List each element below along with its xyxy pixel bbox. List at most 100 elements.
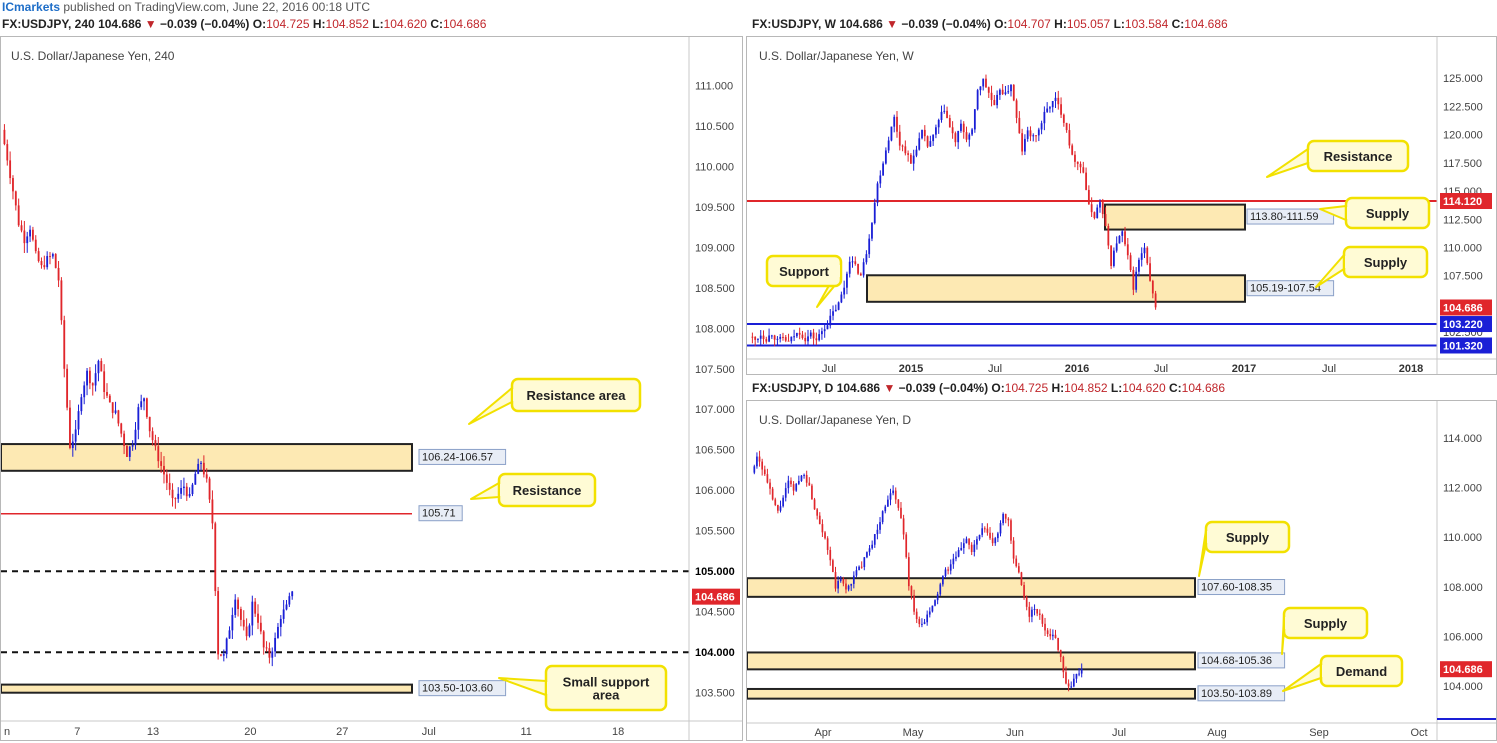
weekly-candle <box>862 262 865 276</box>
h4-candle <box>86 370 88 386</box>
weekly-candle <box>929 141 932 147</box>
weekly-candle <box>1104 214 1107 227</box>
h4-candle <box>66 368 69 408</box>
h4-chart-panel[interactable]: 111.000 110.500 110.000 109.500 109.000 108.5… <box>0 36 743 741</box>
daily-candle <box>795 483 798 491</box>
h4-x-tick: 27 <box>336 726 348 738</box>
weekly-candle <box>1054 97 1057 101</box>
daily-price-badge-text: 104.686 <box>1443 664 1483 676</box>
h4-candle <box>225 638 228 655</box>
weekly-candle <box>776 338 779 340</box>
h4-x-tick: 7 <box>74 726 80 738</box>
h4-zone-0 <box>1 443 413 472</box>
h4-candle <box>51 254 54 257</box>
weekly-candle <box>971 129 973 135</box>
h4-chart-svg[interactable]: 111.000 110.500 110.000 109.500 109.000 108.5… <box>1 37 742 740</box>
h4-last: 104.686 <box>98 17 142 31</box>
weekly-candle <box>1021 133 1024 152</box>
h4-candle <box>277 626 279 638</box>
daily-candle <box>829 549 832 561</box>
h4-candle <box>106 392 108 396</box>
weekly-candle <box>1090 204 1093 213</box>
daily-candle <box>811 485 813 500</box>
daily-candle <box>889 493 892 500</box>
weekly-candle <box>1043 111 1046 124</box>
daily-candle <box>879 522 881 530</box>
weekly-zone-1 <box>866 274 1246 303</box>
weekly-high: 105.057 <box>1066 17 1111 31</box>
weekly-chart-panel[interactable]: 125.000 122.500 120.000 117.500 115.000 112.5… <box>746 36 1497 375</box>
h4-candle <box>165 474 168 483</box>
daily-candle <box>1041 614 1044 624</box>
daily-candle <box>973 544 976 553</box>
daily-chart-svg[interactable]: 114.000 112.000 110.000 108.000 106.000 104.0… <box>747 401 1496 740</box>
h4-candle <box>217 591 220 655</box>
h4-candle <box>97 360 100 374</box>
daily-candle <box>826 538 829 550</box>
daily-zone-0 <box>747 577 1196 598</box>
h4-candle <box>103 371 106 393</box>
h4-candle <box>9 160 12 179</box>
weekly-candle <box>1121 231 1124 236</box>
daily-candle <box>808 482 811 486</box>
brand-link[interactable]: ICmarkets <box>2 0 60 14</box>
weekly-candle <box>918 138 921 150</box>
h4-callout-resistance-area-text: Resistance area <box>526 388 626 403</box>
weekly-chart-svg[interactable]: 125.000122.500120.000117.500115.000112.5… <box>747 37 1496 374</box>
daily-candle <box>931 605 934 612</box>
h4-y-tick: 109.500 <box>695 202 735 214</box>
weekly-candle <box>754 336 757 340</box>
h4-candle <box>288 596 291 605</box>
weekly-candle <box>960 123 962 131</box>
daily-candle <box>845 583 847 590</box>
daily-candle <box>918 619 921 625</box>
weekly-candle <box>843 287 846 295</box>
h4-price-badge-text: 104.686 <box>695 592 735 604</box>
weekly-candle <box>954 133 957 143</box>
weekly-candle <box>998 89 1001 95</box>
daily-candle <box>803 474 805 476</box>
weekly-candle <box>1138 259 1140 272</box>
h4-candle <box>231 614 234 631</box>
h4-candle <box>239 609 242 620</box>
weekly-candle <box>976 90 979 110</box>
weekly-candle <box>912 155 915 164</box>
weekly-x-tick: Jul <box>1154 363 1168 374</box>
h4-callout-resistance-pointer <box>470 482 500 500</box>
daily-x-tick: Aug <box>1207 727 1227 739</box>
h4-y-tick: 106.500 <box>695 445 735 457</box>
weekly-candle <box>765 339 768 342</box>
h4-candle <box>91 383 94 386</box>
daily-candle <box>894 490 897 500</box>
daily-candle <box>944 569 947 576</box>
daily-candle <box>926 614 929 623</box>
daily-candle <box>774 499 777 505</box>
daily-candle <box>761 461 764 470</box>
daily-chart-panel[interactable]: 114.000 112.000 110.000 108.000 106.000 104.0… <box>746 400 1497 741</box>
daily-candle <box>1070 686 1073 688</box>
h4-y-tick: 103.500 <box>695 688 735 700</box>
h4-candle <box>200 462 202 464</box>
weekly-candle <box>923 129 926 137</box>
weekly-callout-resistance-mask <box>1309 150 1311 162</box>
h4-candle <box>174 498 177 500</box>
daily-zone-1 <box>747 651 1196 671</box>
weekly-candle <box>826 325 829 330</box>
weekly-candle <box>990 92 993 100</box>
weekly-candle <box>873 202 876 224</box>
daily-candle <box>962 543 965 549</box>
weekly-candle <box>865 254 868 263</box>
daily-candle <box>771 488 774 500</box>
publish-text: published on TradingView.com, June 22, 2… <box>60 0 371 14</box>
weekly-candle <box>1051 100 1054 108</box>
weekly-candle <box>926 136 929 147</box>
daily-candle <box>1075 673 1078 679</box>
daily-candle <box>800 475 803 481</box>
weekly-candle <box>821 331 823 335</box>
weekly-open: 104.707 <box>1007 17 1051 31</box>
weekly-candle <box>1057 97 1060 105</box>
daily-zone-label: 107.60-108.35 <box>1201 582 1272 594</box>
weekly-x-tick: 2016 <box>1065 363 1089 374</box>
daily-candle <box>850 583 853 586</box>
daily-candle <box>1020 572 1023 586</box>
